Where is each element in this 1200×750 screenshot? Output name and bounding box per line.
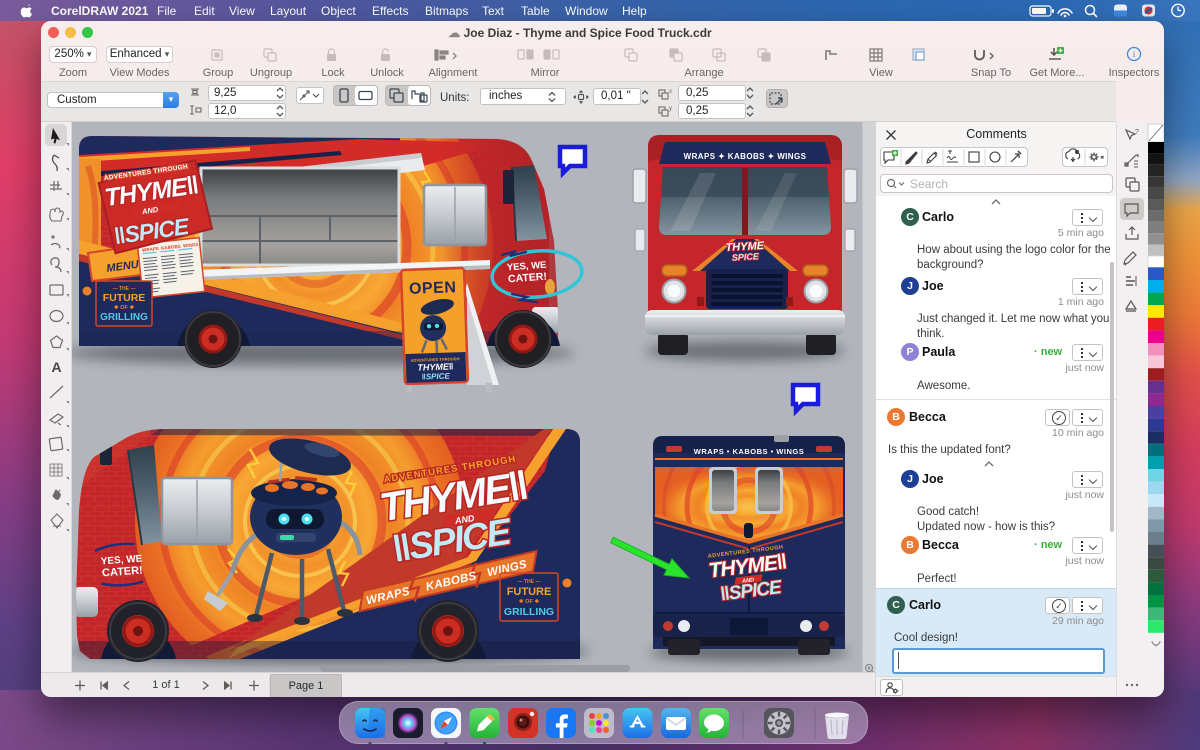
svg-text:‖SPICE: ‖SPICE <box>422 371 451 381</box>
svg-text:y: y <box>669 106 672 112</box>
svg-text:GRILLING: GRILLING <box>504 606 554 618</box>
svg-text:?: ? <box>1135 129 1139 136</box>
svg-text:WRAPS ✦ KABOBS ✦ WINGS: WRAPS ✦ KABOBS ✦ WINGS <box>684 152 807 161</box>
svg-text:WRAPS • KABOBS • WINGS: WRAPS • KABOBS • WINGS <box>694 447 804 456</box>
svg-text:❖ OF ❖: ❖ OF ❖ <box>519 598 541 605</box>
svg-text:GRILLING: GRILLING <box>100 312 148 323</box>
svg-text:❖ OF ❖: ❖ OF ❖ <box>114 304 136 311</box>
svg-text:A: A <box>51 359 61 375</box>
svg-text:FUTURE: FUTURE <box>103 292 146 304</box>
svg-text:FUTURE: FUTURE <box>507 586 552 598</box>
svg-text:SPICE: SPICE <box>732 251 760 262</box>
svg-text:x: x <box>669 89 672 95</box>
svg-text:i: i <box>1133 49 1136 59</box>
svg-text:— THE —: — THE — <box>518 579 541 585</box>
svg-text:OPEN: OPEN <box>409 279 457 298</box>
